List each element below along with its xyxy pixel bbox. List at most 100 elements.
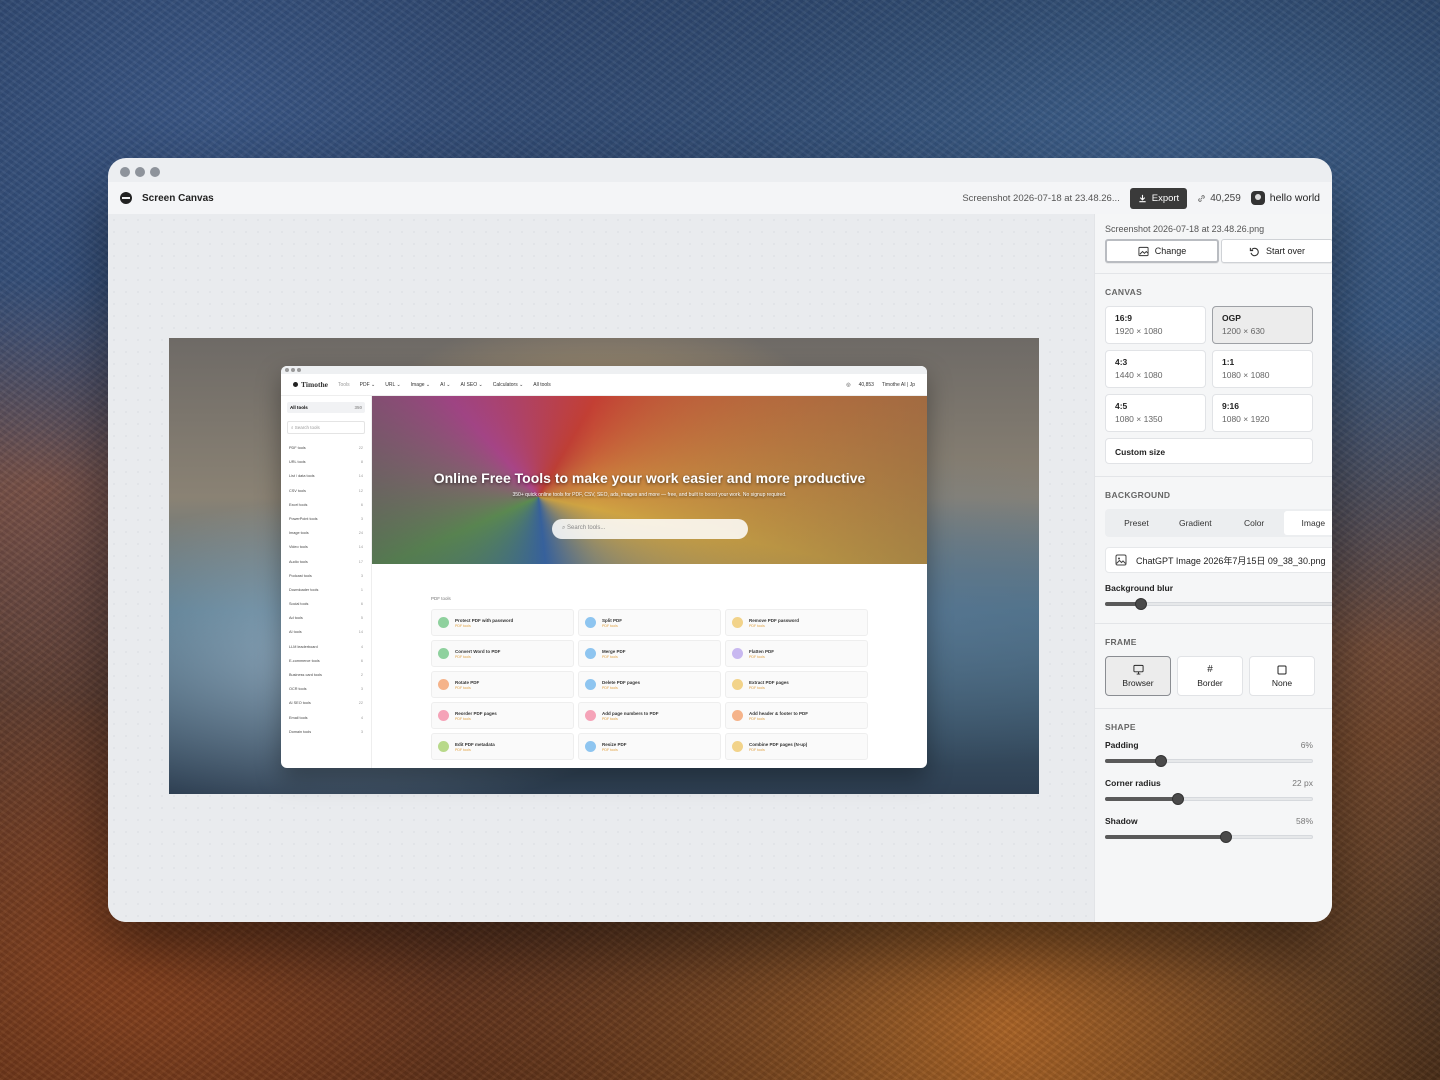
preview-section-label: PDF tools [431, 596, 451, 601]
canvas-option[interactable]: 1:1 1080 × 1080 [1212, 350, 1313, 388]
preview-sidebar-item: Podcast tools 3 [289, 573, 363, 578]
tool-icon [585, 617, 596, 628]
custom-size-button[interactable]: Custom size [1105, 438, 1313, 464]
tool-icon [438, 741, 449, 752]
tool-icon [585, 741, 596, 752]
app-logo-icon [120, 192, 132, 204]
tool-icon [732, 617, 743, 628]
preview-sidebar-item: Social tools 6 [289, 602, 363, 607]
padding-label: Padding [1105, 740, 1139, 750]
hash-icon: # [1207, 663, 1213, 675]
maximize-dot[interactable] [150, 167, 160, 177]
preview-tool-card: Resize PDF PDF tools [578, 733, 721, 760]
slider-thumb[interactable] [1155, 755, 1168, 767]
corner-radius-value: 22 px [1292, 778, 1313, 788]
preview-sidebar-item: OCR tools 3 [289, 687, 363, 692]
canvas-heading: CANVAS [1105, 287, 1143, 297]
user-avatar [1250, 191, 1265, 205]
preview-tool-card: Extract PDF pages PDF tools [725, 671, 868, 698]
canvas-option[interactable]: 4:5 1080 × 1350 [1105, 394, 1206, 432]
slider-thumb[interactable] [1171, 793, 1184, 805]
shadow-slider[interactable] [1105, 830, 1313, 844]
tool-icon [732, 710, 743, 721]
canvas-option[interactable]: 4:3 1440 × 1080 [1105, 350, 1206, 388]
padding-value: 6% [1300, 740, 1313, 750]
tool-icon [585, 648, 596, 659]
canvas-preview[interactable]: Timothe Tools PDF ⌄ URL ⌄ Image ⌄ AI ⌄ A… [169, 338, 1039, 794]
minimize-dot[interactable] [135, 167, 145, 177]
frame-border-button[interactable]: # Border [1177, 656, 1243, 696]
background-image-file[interactable]: ChatGPT Image 2026年7月15日 09_38_30.png [1105, 547, 1332, 573]
shadow-label: Shadow [1105, 816, 1138, 826]
frame-browser-button[interactable]: Browser [1105, 656, 1171, 696]
rotate-ccw-icon [1249, 247, 1259, 256]
preview-sidebar-search: ⌕ Search tools [287, 421, 365, 434]
canvas-option[interactable]: 9:16 1080 × 1920 [1212, 394, 1313, 432]
tool-icon [585, 679, 596, 690]
preview-nav-item: All tools [533, 381, 551, 388]
preview-tools-section: PDF tools Protect PDF with password PDF t… [431, 596, 869, 760]
change-image-button[interactable]: Change [1105, 239, 1219, 263]
preview-tool-card: Add page numbers to PDF PDF tools [578, 702, 721, 729]
tab-gradient[interactable]: Gradient [1166, 511, 1225, 535]
padding-slider[interactable] [1105, 754, 1313, 768]
background-blur-label: Background blur [1105, 583, 1174, 593]
preview-tool-card: Flatten PDF PDF tools [725, 640, 868, 667]
framed-screenshot: Timothe Tools PDF ⌄ URL ⌄ Image ⌄ AI ⌄ A… [281, 366, 927, 768]
window-controls [120, 167, 160, 177]
export-label: Export [1151, 192, 1180, 204]
preview-sidebar-item: AI SEO tools 22 [289, 701, 363, 706]
browser-frame-bar [281, 366, 927, 374]
preview-sidebar-item: E-commerce tools 6 [289, 658, 363, 663]
corner-radius-label: Corner radius [1105, 778, 1161, 788]
preview-tool-card: Merge PDF PDF tools [578, 640, 721, 667]
tool-icon [438, 679, 449, 690]
canvas-option[interactable]: 16:9 1920 × 1080 [1105, 306, 1206, 344]
canvas-option[interactable]: OGP 1200 × 630 [1212, 306, 1313, 344]
preview-sidebar-item: PowerPoint tools 3 [289, 516, 363, 521]
preview-nav-count: 40,853 [858, 381, 874, 388]
start-over-button[interactable]: Start over [1221, 239, 1332, 263]
image-edit-icon [1138, 246, 1149, 256]
tool-icon [732, 648, 743, 659]
preview-sidebar-item: Ad tools 5 [289, 616, 363, 621]
user-name: hello world [1269, 192, 1320, 204]
frame-options: Browser # Border None [1105, 656, 1322, 696]
preview-sidebar-item: Business card tools 2 [289, 673, 363, 677]
preview-brand: Timothe [293, 380, 328, 389]
slider-thumb[interactable] [1219, 831, 1232, 843]
slider-thumb[interactable] [1135, 598, 1147, 610]
preview-tool-card: Combine PDF pages (N-up) PDF tools [725, 733, 868, 760]
preview-sidebar: All tools 350 ⌕ Search tools PDF tools 22 U… [281, 396, 372, 768]
preview-sidebar-all: All tools 350 [287, 402, 365, 413]
frame-heading: FRAME [1105, 637, 1137, 647]
tab-preset[interactable]: Preset [1107, 511, 1166, 535]
frame-border-label: Border [1197, 677, 1223, 688]
preview-sidebar-item: Downloader tools 1 [289, 587, 363, 592]
square-icon [1277, 665, 1287, 674]
settings-panel: Screenshot 2026-07-18 at 23.48.26.png Ch… [1094, 214, 1332, 922]
preview-nav-item: AI SEO ⌄ [460, 381, 483, 388]
preview-sidebar-item: CSV tools 12 [289, 488, 363, 493]
corner-radius-slider[interactable] [1105, 792, 1313, 806]
preview-sidebar-item: Video tools 14 [289, 545, 363, 550]
frame-none-button[interactable]: None [1249, 656, 1315, 696]
preview-tool-card: Edit PDF metadata PDF tools [431, 733, 574, 760]
close-dot[interactable] [120, 167, 130, 177]
preview-sidebar-item: Excel tools 6 [289, 502, 363, 507]
canvas-size-options: 16:9 1920 × 1080 OGP 1200 × 630 4:3 1440 × 10… [1105, 306, 1322, 432]
preview-sidebar-item: PDF tools 22 [289, 446, 363, 450]
background-blur-slider[interactable] [1105, 597, 1332, 611]
user-menu[interactable]: hello world [1250, 191, 1320, 205]
tab-color[interactable]: Color [1225, 511, 1284, 535]
preview-hero-search: ⌕ Search tools... [552, 519, 748, 539]
tab-image[interactable]: Image [1283, 511, 1332, 535]
preview-tool-card: Delete PDF pages PDF tools [578, 671, 721, 698]
preview-sidebar-item: List / data tools 14 [289, 474, 363, 479]
preview-nav-item: Image ⌄ [410, 381, 431, 388]
preview-sidebar-item: Audio tools 17 [289, 559, 363, 564]
export-button[interactable]: Export [1129, 187, 1188, 209]
preview-tool-card: Remove PDF password PDF tools [725, 609, 868, 636]
change-label: Change [1154, 246, 1187, 256]
preview-sidebar-item: URL tools 8 [289, 460, 363, 465]
